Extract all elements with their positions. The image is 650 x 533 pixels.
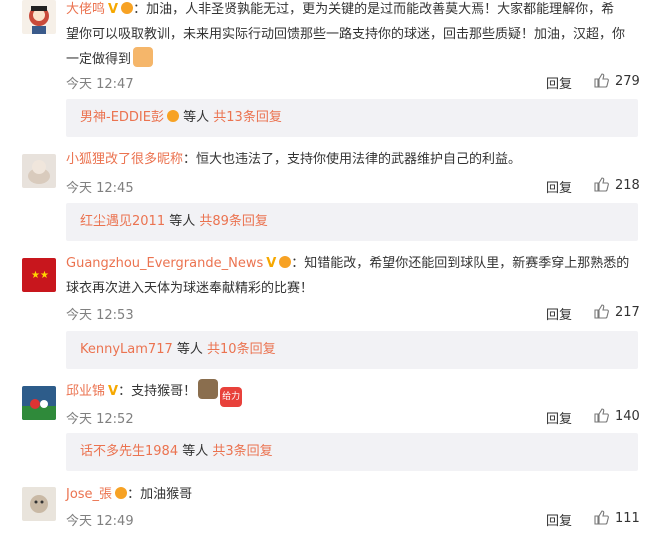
username-link[interactable]: 小狐狸改了很多昵称	[66, 152, 183, 167]
reply-button[interactable]: 回复	[546, 510, 572, 529]
thumbs-up-icon	[594, 177, 609, 192]
like-count: 217	[615, 305, 640, 320]
comment-body: ：加油猴哥	[127, 487, 193, 502]
comment-body: ：恒大也违法了，支持你使用法律的武器维护自己的利益。	[183, 152, 522, 167]
like-button[interactable]: 111	[594, 510, 640, 526]
verified-v-icon: V	[108, 384, 119, 399]
reply-button[interactable]: 回复	[546, 73, 572, 92]
sub-reply-mid: 等人	[169, 214, 196, 229]
sub-reply-user[interactable]: 男神-EDDIE彭	[80, 110, 164, 125]
comment-text: 邱业锦 V：支持猴哥！ 给力	[66, 379, 638, 407]
avatar[interactable]	[22, 154, 56, 188]
thumbs-up-icon	[594, 304, 609, 319]
sub-reply-user[interactable]: 话不多先生1984	[80, 444, 178, 459]
like-count: 140	[615, 409, 640, 424]
sub-reply-user[interactable]: KennyLam717	[80, 342, 173, 357]
like-count: 111	[615, 511, 640, 526]
comment-text: 小狐狸改了很多昵称：恒大也违法了，支持你使用法律的武器维护自己的利益。	[66, 147, 638, 172]
comment-body-line3: 一定做得到	[66, 52, 132, 67]
comment-time: 今天 12:45	[66, 181, 134, 196]
sub-replies-box[interactable]: 红尘遇见2011 等人 共89条回复	[66, 203, 638, 241]
comment-time: 今天 12:53	[66, 308, 134, 323]
sub-reply-count[interactable]: 共3条回复	[212, 444, 272, 459]
comment-body: ：知错能改，希望你还能回到球队里，新赛季穿上那熟悉的	[291, 256, 630, 271]
like-button[interactable]: 217	[594, 304, 640, 320]
sub-reply-count[interactable]: 共89条回复	[199, 214, 268, 229]
thumbs-up-icon	[594, 408, 609, 423]
sub-reply-mid: 等人	[182, 444, 209, 459]
geili-emoji-icon: 给力	[220, 387, 243, 407]
comment-text: Jose_張 ：加油猴哥	[66, 482, 638, 507]
like-count: 218	[615, 178, 640, 193]
sub-replies-box[interactable]: 男神-EDDIE彭 等人 共13条回复	[66, 99, 638, 137]
like-count: 279	[615, 74, 640, 89]
username-link[interactable]: 邱业锦	[66, 384, 105, 399]
like-button[interactable]: 279	[594, 73, 640, 89]
thumbs-up-icon	[594, 510, 609, 525]
sub-reply-user[interactable]: 红尘遇见2011	[80, 214, 165, 229]
reply-button[interactable]: 回复	[546, 408, 572, 427]
avatar[interactable]	[22, 0, 56, 34]
sub-replies-box[interactable]: 话不多先生1984 等人 共3条回复	[66, 433, 638, 471]
comment-text: Guangzhou_Evergrande_News V ：知错能改，希望你还能回到球…	[66, 251, 638, 301]
reply-button[interactable]: 回复	[546, 304, 572, 323]
vip-badge-icon	[166, 110, 179, 122]
sub-reply-count[interactable]: 共10条回复	[207, 342, 276, 357]
sub-replies-box[interactable]: KennyLam717 等人 共10条回复	[66, 331, 638, 369]
username-link[interactable]: 大佬鸣	[66, 2, 105, 17]
username-link[interactable]: Guangzhou_Evergrande_News	[66, 256, 263, 271]
people-emoji-icon	[198, 379, 219, 399]
thumbs-up-icon	[594, 73, 609, 88]
sub-reply-mid: 等人	[183, 110, 210, 125]
reply-button[interactable]: 回复	[546, 177, 572, 196]
like-button[interactable]: 218	[594, 177, 640, 193]
vip-badge-icon	[115, 487, 128, 499]
comment-text: 大佬鸣 V ：加油，人非圣贤孰能无过，更为关键的是过而能改善莫大焉！大家都能理解你，…	[66, 0, 638, 72]
fist-emoji-icon	[133, 47, 154, 67]
svg-text:★★: ★★	[31, 270, 49, 281]
comment-time: 今天 12:47	[66, 77, 134, 92]
verified-v-icon: V	[108, 2, 119, 17]
vip-badge-icon	[279, 256, 292, 268]
vip-badge-icon	[121, 2, 134, 14]
username-link[interactable]: Jose_張	[66, 487, 112, 502]
sub-reply-mid: 等人	[176, 342, 203, 357]
avatar[interactable]: ★★	[22, 258, 56, 292]
like-button[interactable]: 140	[594, 408, 640, 424]
comment-time: 今天 12:52	[66, 412, 134, 427]
comment-body: ：支持猴哥！	[118, 384, 197, 399]
verified-v-icon: V	[266, 256, 277, 271]
comment-body-line2: 球衣再次进入天体为球迷奉献精彩的比赛！	[66, 281, 314, 296]
comment-body-line2: 望你可以吸取教训，未来用实际行动回馈那些一路支持你的球迷，回击那些质疑！加油，汉…	[66, 27, 626, 42]
avatar[interactable]	[22, 487, 56, 521]
comment-time: 今天 12:49	[66, 514, 134, 529]
sub-reply-count[interactable]: 共13条回复	[213, 110, 282, 125]
avatar[interactable]	[22, 386, 56, 420]
comment-body: ：加油，人非圣贤孰能无过，更为关键的是过而能改善莫大焉！大家都能理解你，希	[133, 2, 615, 17]
